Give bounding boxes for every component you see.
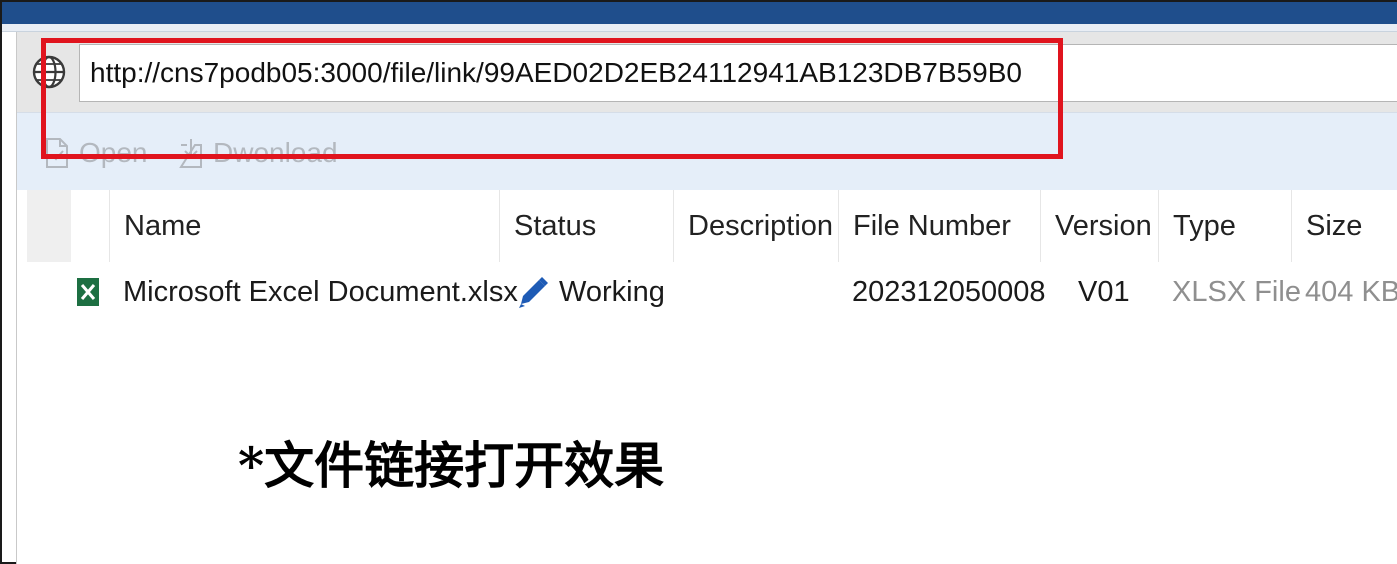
type-value: XLSX File <box>1172 276 1301 308</box>
file-number-value: 202312050008 <box>852 276 1046 308</box>
version-value: V01 <box>1078 276 1130 308</box>
status-value: Working <box>559 276 665 308</box>
column-header-file-number[interactable]: File Number <box>838 190 1040 262</box>
excel-icon <box>77 276 99 308</box>
row-selector-header <box>27 190 71 262</box>
table-header: Name Status Description File Number Vers… <box>17 190 1397 262</box>
column-header-status[interactable]: Status <box>499 190 673 262</box>
column-header-type[interactable]: Type <box>1158 190 1291 262</box>
url-highlight-box <box>41 38 1063 159</box>
size-value: 404 KB <box>1305 276 1397 308</box>
column-header-description[interactable]: Description <box>673 190 838 262</box>
column-header-name[interactable]: Name <box>109 190 499 262</box>
screenshot-frame: http://cns7podb05:3000/file/link/99AED02… <box>0 0 1397 564</box>
column-header-version[interactable]: Version <box>1040 190 1158 262</box>
window-title-bar <box>2 2 1397 24</box>
file-name[interactable]: Microsoft Excel Document.xlsx <box>123 262 518 322</box>
window-title-bar-edge <box>2 24 1397 32</box>
annotation-caption: *文件链接打开效果 <box>238 436 665 495</box>
pencil-icon <box>515 274 549 310</box>
column-header-size[interactable]: Size <box>1291 190 1397 262</box>
table-row[interactable]: Microsoft Excel Document.xlsx Working 20… <box>17 262 1397 322</box>
